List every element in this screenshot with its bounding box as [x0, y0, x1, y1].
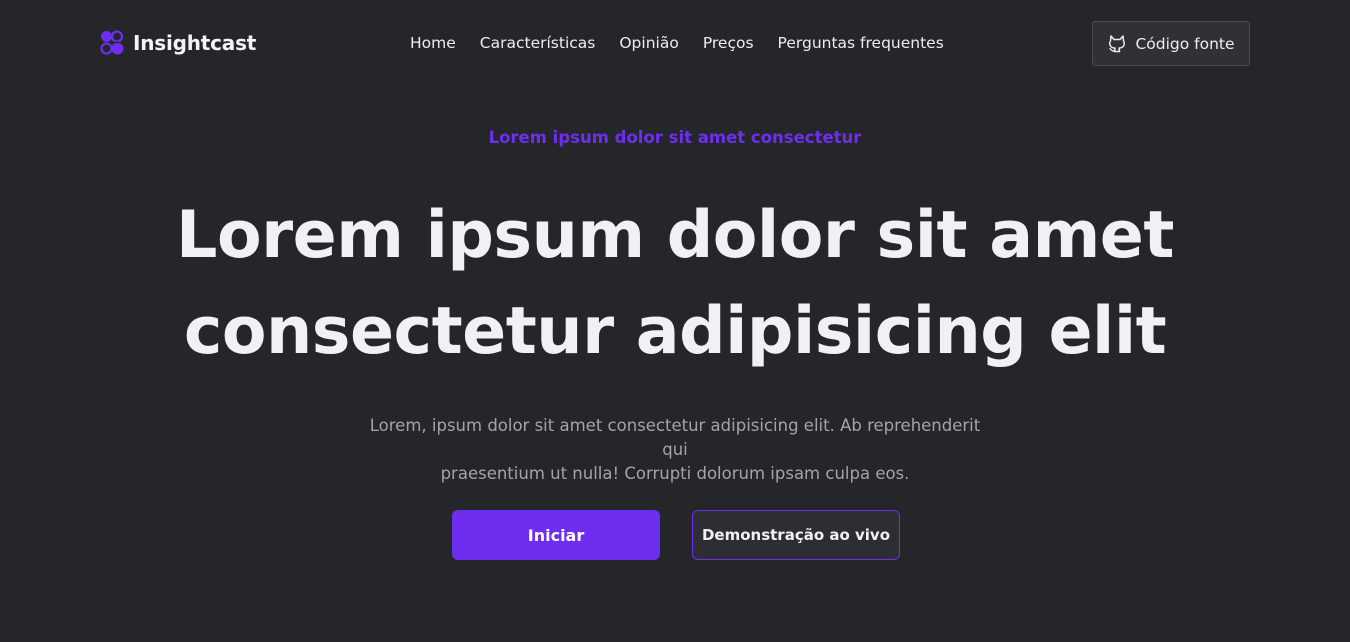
get-started-button[interactable]: Iniciar [452, 510, 660, 560]
landing-page: Insightcast Home Características Opinião… [0, 0, 1350, 642]
brand-name: Insightcast [133, 31, 257, 55]
hero-subtitle: Lorem, ipsum dolor sit amet consectetur … [355, 414, 995, 486]
main-nav: Home Características Opinião Preços Perg… [410, 32, 944, 54]
headline-line-1: Lorem ipsum dolor sit amet [176, 198, 1174, 273]
nav-item-features[interactable]: Características [480, 34, 596, 52]
subtitle-line-1: Lorem, ipsum dolor sit amet consectetur … [369, 416, 981, 459]
brand-logo-icon [100, 30, 124, 55]
nav-item-faq[interactable]: Perguntas frequentes [778, 34, 944, 52]
brand[interactable]: Insightcast [100, 29, 256, 57]
source-code-label: Código fonte [1135, 34, 1235, 53]
github-icon [1109, 34, 1126, 52]
nav-item-pricing[interactable]: Preços [703, 34, 754, 52]
nav-item-home[interactable]: Home [410, 34, 456, 52]
site-header: Insightcast Home Características Opinião… [0, 0, 1350, 86]
headline-line-2: consectetur adipisicing elit [183, 294, 1167, 369]
subtitle-line-2: praesentium ut nulla! Corrupti dolorum i… [440, 464, 910, 483]
hero-eyebrow: Lorem ipsum dolor sit amet consectetur [488, 128, 862, 147]
source-code-button[interactable]: Código fonte [1092, 21, 1250, 66]
nav-item-testimonials[interactable]: Opinião [619, 34, 678, 52]
live-demo-button[interactable]: Demonstração ao vivo [692, 510, 900, 560]
hero-headline: Lorem ipsum dolor sit amet consectetur a… [125, 188, 1225, 380]
